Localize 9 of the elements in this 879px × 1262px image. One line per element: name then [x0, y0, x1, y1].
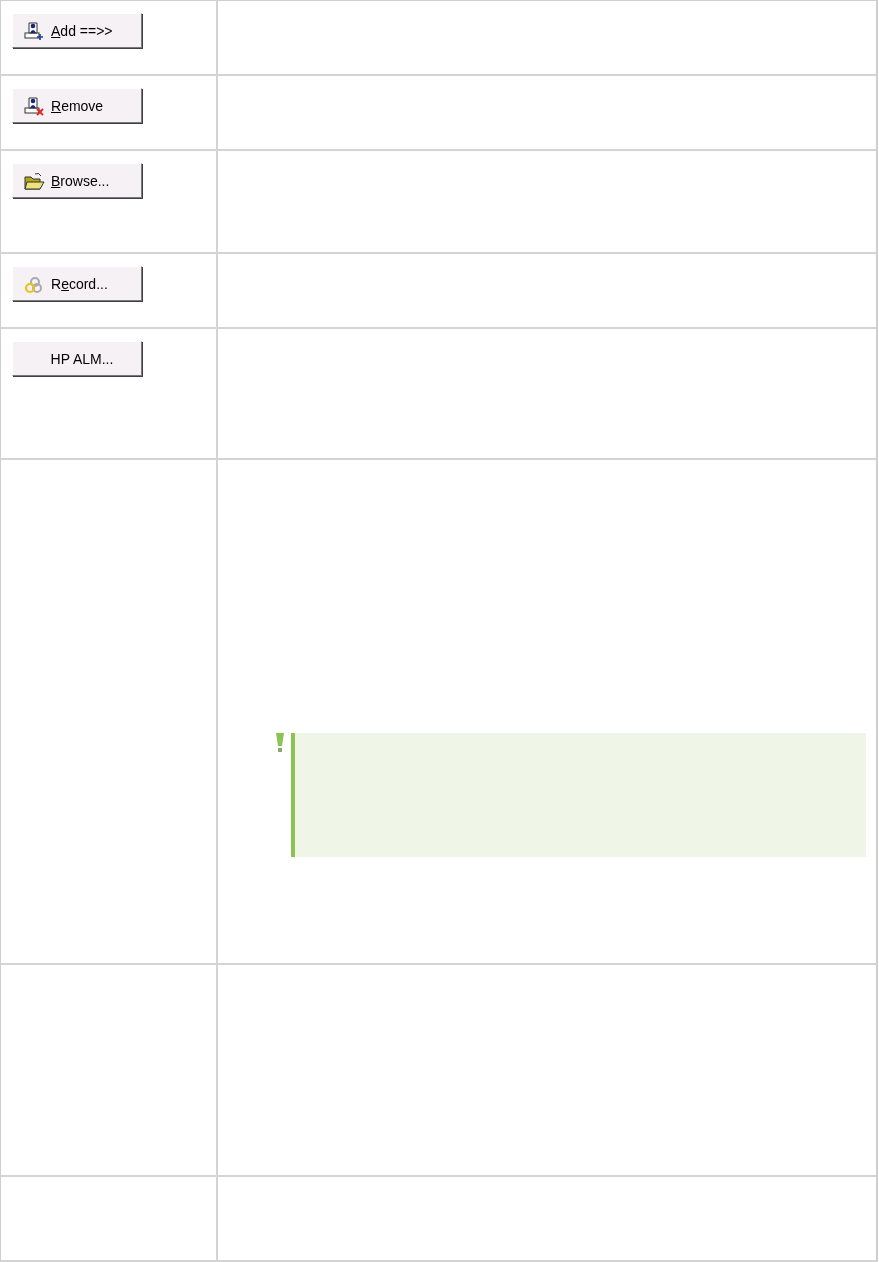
toolbar-button[interactable]: Remove: [12, 88, 142, 123]
user-add-icon: [23, 20, 45, 41]
toolbar-button[interactable]: Add ==>>: [12, 13, 142, 48]
exclamation-icon: [276, 733, 284, 753]
toolbar-button[interactable]: HP ALM...: [12, 341, 142, 376]
toolbar-button[interactable]: Browse...: [12, 163, 142, 198]
folder-icon: [23, 170, 45, 191]
user-remove-icon: [23, 95, 45, 116]
toolbar-button[interactable]: Record...: [12, 266, 142, 301]
